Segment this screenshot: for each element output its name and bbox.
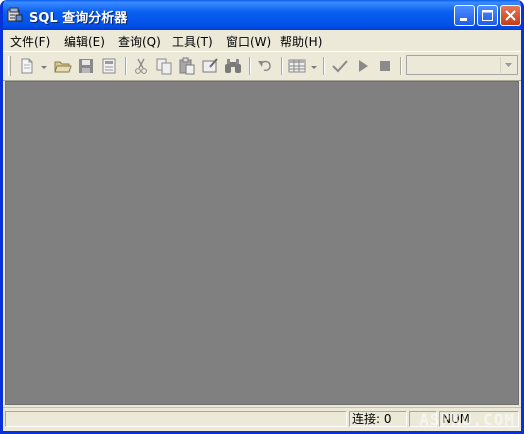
- load-script-icon[interactable]: [99, 56, 119, 76]
- menu-bar: 文件(F) 编辑(E) 查询(Q) 工具(T) 窗口(W) 帮助(H): [3, 30, 521, 50]
- find-icon[interactable]: [223, 56, 243, 76]
- toolbar-grip[interactable]: [8, 56, 11, 76]
- window-title: SQL 查询分析器: [29, 11, 128, 26]
- database-select[interactable]: [406, 55, 518, 75]
- minimize-icon: [460, 18, 467, 21]
- database-select-dropdown[interactable]: [500, 57, 516, 73]
- maximize-button[interactable]: [477, 5, 498, 26]
- undo-icon[interactable]: [255, 56, 275, 76]
- status-bar: 连接: 0 NUM ASPKU.COM: [3, 407, 521, 431]
- toolbar-separator: [125, 57, 127, 75]
- main-toolbar: [3, 51, 521, 81]
- app-window: SQL 查询分析器 文件(F) 编辑(E) 查询(Q) 工具(T) 窗口(W) …: [0, 0, 524, 434]
- execute-query-icon[interactable]: [353, 56, 373, 76]
- chevron-down-icon: [505, 63, 512, 67]
- title-bar[interactable]: SQL 查询分析器: [3, 0, 521, 30]
- results-grid-icon[interactable]: [287, 56, 307, 76]
- menu-query[interactable]: 查询(Q): [118, 33, 161, 50]
- cancel-query-icon[interactable]: [375, 56, 395, 76]
- menu-tools[interactable]: 工具(T): [172, 33, 213, 50]
- open-folder-icon[interactable]: [53, 56, 73, 76]
- app-icon[interactable]: [7, 7, 23, 23]
- menu-edit[interactable]: 编辑(E): [64, 33, 105, 50]
- cut-icon[interactable]: [131, 56, 151, 76]
- paste-icon[interactable]: [177, 56, 197, 76]
- menu-help[interactable]: 帮助(H): [280, 33, 322, 50]
- minimize-button[interactable]: [454, 5, 475, 26]
- menu-window[interactable]: 窗口(W): [226, 33, 271, 50]
- chevron-down-icon[interactable]: [40, 60, 48, 74]
- maximize-icon: [482, 10, 493, 21]
- copy-icon[interactable]: [154, 56, 174, 76]
- close-icon: [505, 10, 516, 21]
- toolbar-separator: [249, 57, 251, 75]
- status-message-panel: [5, 411, 347, 427]
- new-query-icon[interactable]: [17, 56, 37, 76]
- chevron-down-icon[interactable]: [310, 60, 318, 74]
- toolbar-separator: [400, 57, 402, 75]
- menu-file[interactable]: 文件(F): [10, 33, 50, 50]
- toolbar-separator: [281, 57, 283, 75]
- parse-query-icon[interactable]: [330, 56, 350, 76]
- watermark: ASPKU.COM: [419, 410, 515, 429]
- mdi-workspace[interactable]: [5, 81, 519, 405]
- close-button[interactable]: [500, 5, 521, 26]
- clear-window-icon[interactable]: [200, 56, 220, 76]
- toolbar-separator: [323, 57, 325, 75]
- save-icon[interactable]: [76, 56, 96, 76]
- status-connections: 连接: 0: [349, 411, 407, 427]
